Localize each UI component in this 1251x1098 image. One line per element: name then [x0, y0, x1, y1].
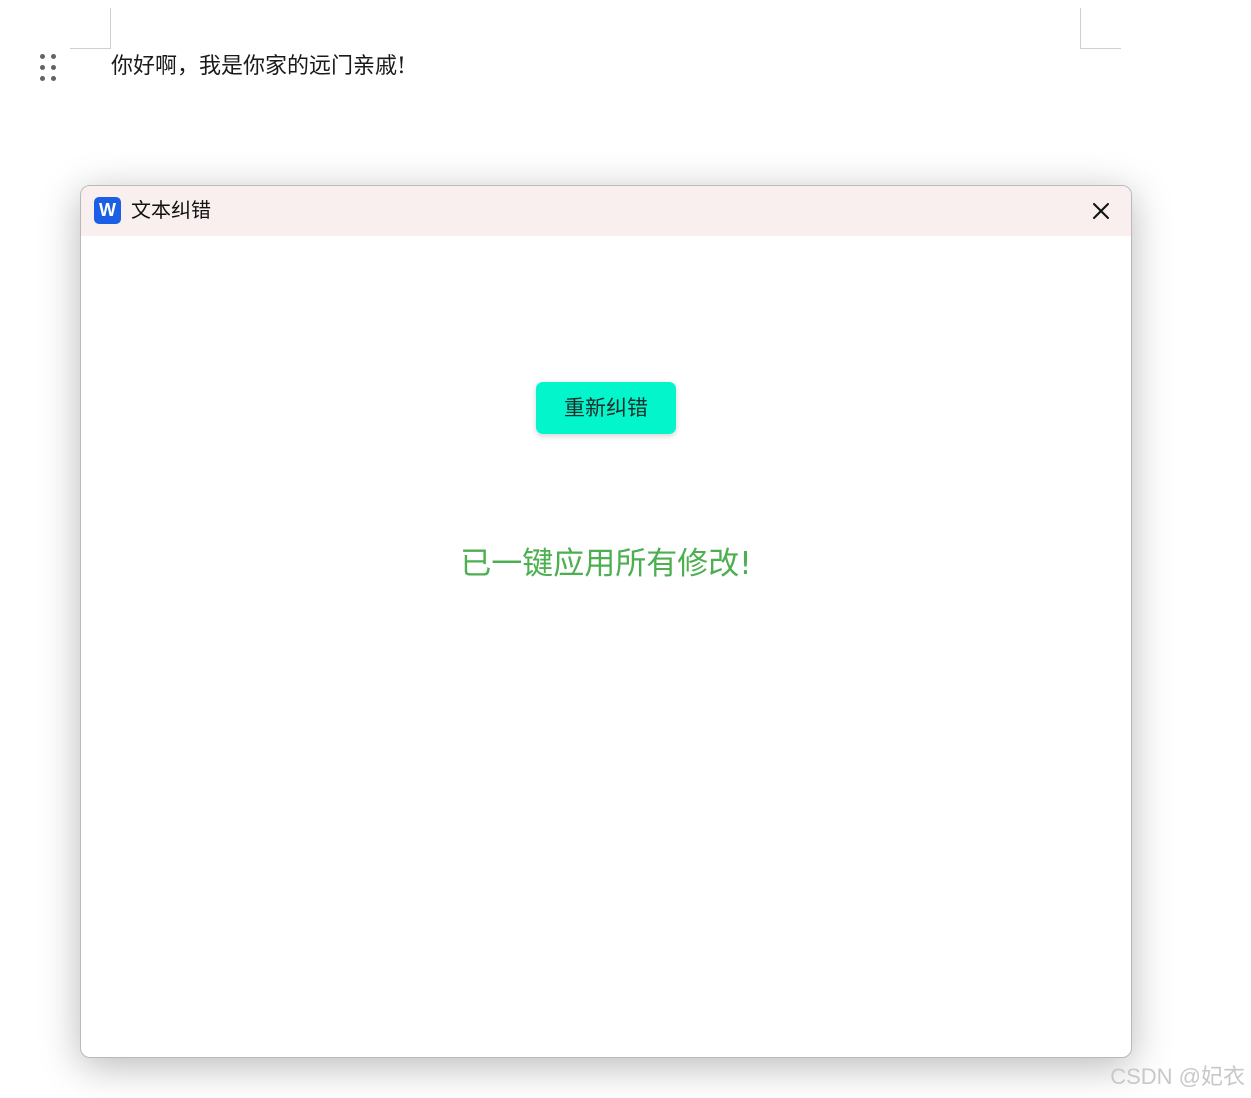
recheck-button[interactable]: 重新纠错: [536, 382, 676, 434]
document-paragraph[interactable]: 你好啊，我是你家的远门亲戚!: [111, 50, 406, 84]
text-correction-dialog: W 文本纠错 重新纠错 已一键应用所有修改!: [80, 185, 1132, 1058]
close-icon: [1093, 203, 1109, 219]
page-margin-corner-left: [70, 8, 111, 49]
page-margin-corner-right: [1080, 8, 1121, 49]
drag-handle-icon[interactable]: [40, 54, 56, 82]
wps-writer-logo-icon: W: [94, 197, 121, 224]
dialog-title: 文本纠错: [131, 198, 211, 222]
watermark: CSDN @妃衣: [1110, 1064, 1245, 1089]
status-message: 已一键应用所有修改!: [460, 546, 752, 582]
dialog-body: 重新纠错 已一键应用所有修改!: [81, 236, 1131, 1057]
close-button[interactable]: [1087, 197, 1115, 225]
dialog-titlebar[interactable]: W 文本纠错: [81, 186, 1131, 236]
